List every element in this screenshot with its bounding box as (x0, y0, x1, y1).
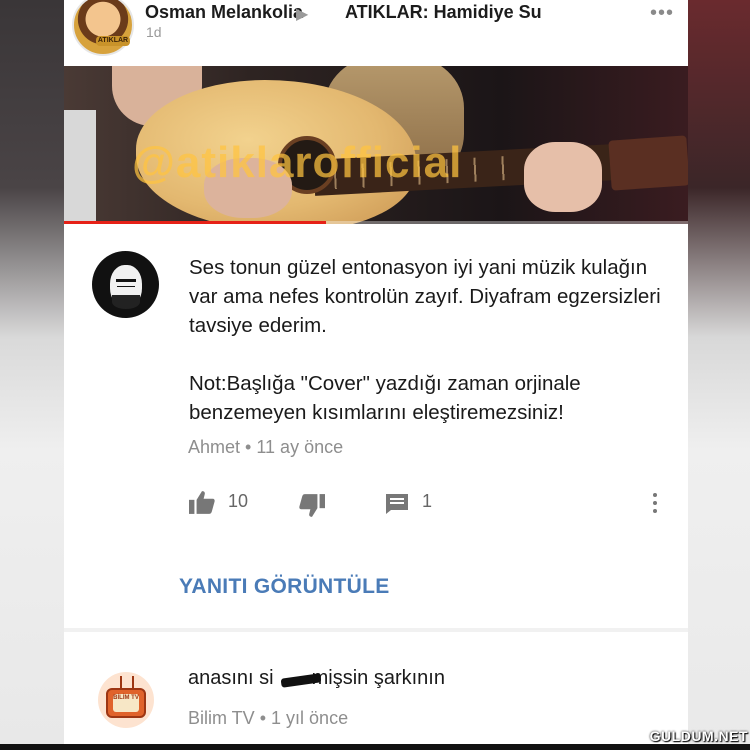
comment-author-name[interactable]: Bilim TV (188, 708, 255, 728)
post-header: ATIKLAR Osman Melankolia ▶ ATIKLAR: Hami… (64, 0, 688, 64)
share-arrow-icon: ▶ (296, 6, 309, 23)
comment-actions: 10 1 (189, 488, 669, 518)
reply-icon[interactable] (385, 493, 409, 515)
comment-text-start: anasını si (188, 667, 274, 689)
video-thumbnail[interactable]: @atiklarofficial (64, 66, 688, 224)
post-timestamp[interactable]: 1d (146, 24, 162, 40)
comment-divider (64, 628, 688, 632)
meta-separator: • (259, 708, 267, 728)
thumbs-down-icon[interactable] (299, 494, 325, 518)
video-watermark: @atiklarofficial (132, 138, 463, 187)
kebab-menu-icon[interactable] (651, 490, 659, 516)
comment-meta: Bilim TV • 1 yıl önce (188, 708, 348, 729)
post-card: ATIKLAR Osman Melankolia ▶ ATIKLAR: Hami… (64, 0, 688, 750)
comment-paragraph: Not:Başlığa "Cover" yazdığı zaman orjina… (189, 372, 581, 424)
avatar-badge: ATIKLAR (96, 36, 130, 46)
comment-body: Ses tonun güzel entonasyon iyi yani müzi… (189, 253, 669, 427)
comment-timestamp: 11 ay önce (256, 437, 344, 457)
comment-text-end: mişsin şarkının (311, 667, 445, 689)
video-scene-fret-hand (524, 142, 602, 212)
video-progress-track[interactable] (64, 221, 688, 224)
avatar-eyes (116, 279, 136, 282)
avatar-beard (112, 295, 140, 309)
meta-separator: • (245, 437, 252, 457)
video-scene-paper (64, 110, 96, 224)
site-watermark: GULDUM.NET (649, 728, 748, 744)
comment-paragraph: Ses tonun güzel entonasyon iyi yani müzi… (189, 256, 661, 337)
bottom-bar (0, 744, 750, 750)
reply-count: 1 (422, 491, 433, 511)
background-blur-left (0, 0, 64, 750)
comment-author-avatar[interactable] (92, 251, 159, 318)
comment-author-name[interactable]: Ahmet (188, 437, 240, 457)
video-progress-fill (64, 221, 327, 224)
thumbs-up-icon[interactable] (189, 490, 215, 514)
background-blur-right (688, 0, 750, 750)
guitar-headstock (608, 135, 688, 191)
more-dots-icon[interactable]: ••• (650, 2, 674, 25)
tv-screen-label: BİLİM TV (113, 694, 139, 712)
comment-author-avatar[interactable]: BİLİM TV (98, 672, 154, 728)
like-count: 10 (228, 491, 249, 511)
view-replies-button[interactable]: YANITI GÖRÜNTÜLE (179, 575, 390, 599)
comment-timestamp: 1 yıl önce (271, 708, 349, 728)
post-author-avatar[interactable]: ATIKLAR (72, 0, 134, 56)
post-author-name[interactable]: Osman Melankolia (145, 2, 303, 23)
comment-meta: Ahmet • 11 ay önce (188, 437, 343, 458)
tv-icon: BİLİM TV (106, 688, 146, 718)
post-group-name[interactable]: ATIKLAR: Hamidiye Su (345, 2, 542, 23)
